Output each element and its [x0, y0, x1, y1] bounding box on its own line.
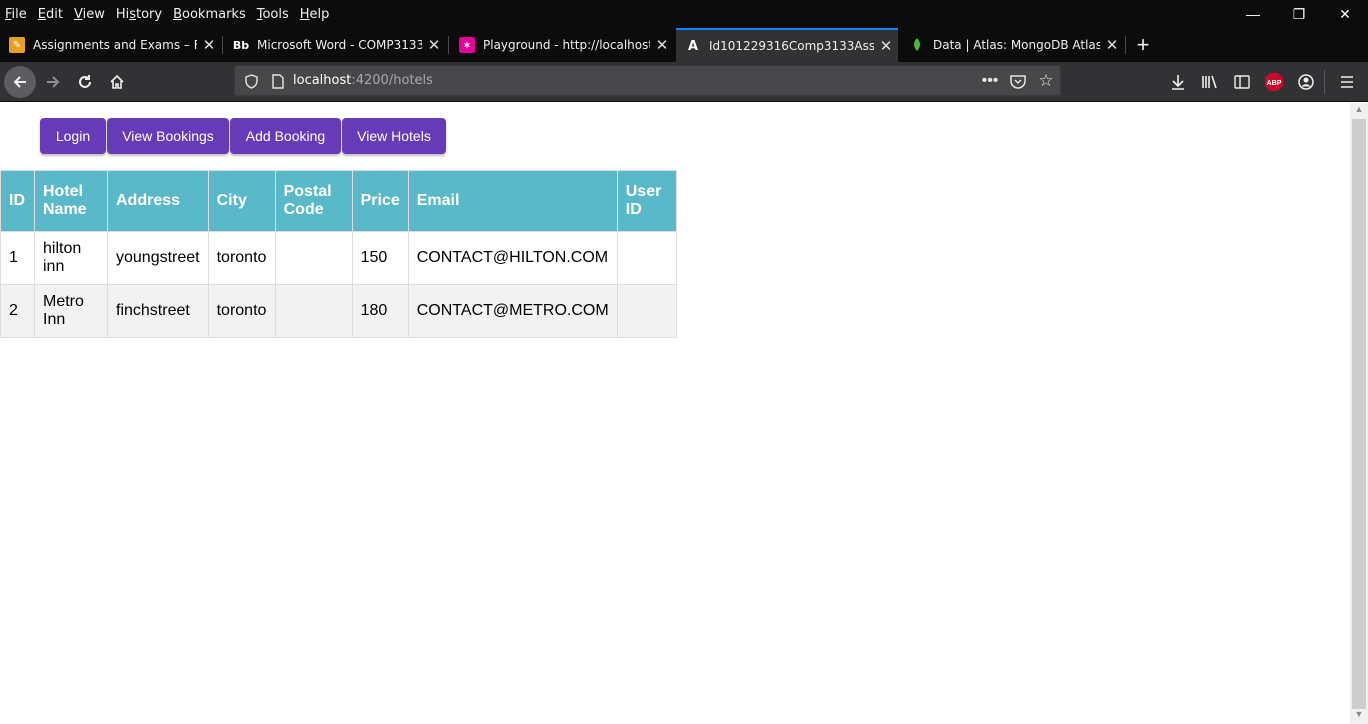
menu-item-edit[interactable]: Edit — [38, 7, 63, 22]
tab-title: Assignments and Exams – FULL — [33, 38, 197, 52]
view-hotels-button[interactable]: View Hotels — [342, 118, 446, 154]
more-icon[interactable]: ••• — [981, 72, 999, 90]
menu-list: File Edit View History Bookmarks Tools Help — [0, 7, 340, 22]
table-cell: toronto — [207, 231, 276, 285]
table-cell — [616, 284, 677, 338]
tab-title: Playground - http://localhost:4 — [483, 38, 650, 52]
nav-bar: localhost:4200/hotels ••• ☆ ABP — [0, 62, 1368, 102]
column-header: Address — [107, 170, 209, 232]
close-icon[interactable]: ✕ — [874, 37, 898, 55]
pocket-icon[interactable] — [1009, 72, 1027, 90]
restore-icon[interactable]: ❐ — [1276, 0, 1322, 28]
tab-title: Data | Atlas: MongoDB Atlas — [933, 38, 1100, 52]
column-header: City — [207, 170, 276, 232]
star-icon[interactable]: ☆ — [1037, 71, 1055, 90]
forward-icon[interactable] — [37, 66, 69, 98]
table-cell — [274, 284, 353, 338]
url-text[interactable]: localhost:4200/hotels — [293, 73, 433, 88]
blackboard-icon: Bb — [232, 38, 250, 52]
tab-word[interactable]: Bb Microsoft Word - COMP3133_A ✕ — [224, 28, 446, 62]
table-cell: finchstreet — [107, 284, 209, 338]
tab-title: Id101229316Comp3133Assig2 — [709, 39, 874, 53]
table-cell: 180 — [351, 284, 409, 338]
account-icon[interactable] — [1290, 66, 1322, 98]
tab-active-app[interactable]: A Id101229316Comp3133Assig2 ✕ — [676, 28, 898, 62]
menu-item-history[interactable]: History — [116, 7, 162, 22]
scroll-down-icon[interactable]: ▼ — [1350, 709, 1368, 723]
table-cell: CONTACT@HILTON.COM — [407, 231, 618, 285]
table-row: 1 hilton inn youngstreet toronto 150 CON… — [0, 231, 677, 285]
url-bar[interactable]: localhost:4200/hotels ••• ☆ — [234, 65, 1061, 96]
reload-icon[interactable] — [69, 66, 101, 98]
table-cell: CONTACT@METRO.COM — [407, 284, 618, 338]
table-cell: toronto — [207, 284, 276, 338]
nav-button-row: Login View Bookings Add Booking View Hot… — [40, 118, 447, 154]
hamburger-menu-icon[interactable] — [1331, 66, 1363, 98]
minimize-icon[interactable]: — — [1230, 0, 1276, 28]
download-icon[interactable] — [1162, 66, 1194, 98]
shield-icon[interactable] — [242, 72, 260, 90]
back-icon[interactable] — [4, 66, 36, 98]
angular-icon: A — [687, 38, 699, 54]
menu-item-view[interactable]: View — [74, 7, 105, 22]
sidebar-icon[interactable] — [1226, 66, 1258, 98]
table-cell: 1 — [0, 231, 35, 285]
graphql-icon: ✶ — [459, 37, 475, 53]
close-icon[interactable]: ✕ — [422, 36, 446, 54]
column-header: ID — [0, 170, 35, 232]
mongodb-leaf-icon — [909, 37, 925, 53]
page-icon[interactable] — [269, 72, 287, 90]
vertical-scrollbar[interactable]: ▲ ▼ — [1350, 103, 1368, 724]
view-bookings-button[interactable]: View Bookings — [107, 118, 229, 154]
scrollbar-thumb[interactable] — [1352, 119, 1366, 709]
close-icon[interactable]: ✕ — [197, 36, 221, 54]
tab-strip: ✎ Assignments and Exams – FULL ✕ Bb Micr… — [0, 28, 1368, 62]
menu-item-bookmarks[interactable]: Bookmarks — [173, 7, 246, 22]
menu-item-tools[interactable]: Tools — [257, 7, 289, 22]
home-icon[interactable] — [101, 66, 133, 98]
table-cell: hilton inn — [34, 231, 108, 285]
scroll-up-icon[interactable]: ▲ — [1350, 104, 1368, 118]
table-cell: 150 — [351, 231, 409, 285]
column-header: Postal Code — [274, 170, 353, 232]
tab-assignments[interactable]: ✎ Assignments and Exams – FULL ✕ — [0, 28, 221, 62]
column-header: Email — [407, 170, 618, 232]
login-button[interactable]: Login — [40, 118, 106, 154]
table-cell: Metro Inn — [34, 284, 108, 338]
library-icon[interactable] — [1194, 66, 1226, 98]
close-window-icon[interactable]: ✕ — [1322, 0, 1368, 28]
table-cell — [616, 231, 677, 285]
page-content: Login View Bookings Add Booking View Hot… — [0, 103, 1350, 724]
menu-bar: File Edit View History Bookmarks Tools Help — … — [0, 0, 1368, 28]
add-booking-button[interactable]: Add Booking — [230, 118, 341, 154]
close-icon[interactable]: ✕ — [650, 36, 674, 54]
column-header: Price — [351, 170, 409, 232]
table-cell: 2 — [0, 284, 35, 338]
table-cell: youngstreet — [107, 231, 209, 285]
new-tab-icon[interactable]: + — [1129, 28, 1157, 62]
table-cell — [274, 231, 353, 285]
menu-item-file[interactable]: File — [5, 7, 27, 22]
column-header: Hotel Name — [34, 170, 108, 232]
table-header-row: ID Hotel Name Address City Postal Code P… — [0, 170, 677, 232]
close-icon[interactable]: ✕ — [1100, 36, 1124, 54]
svg-text:ABP: ABP — [1267, 80, 1282, 87]
column-header: User ID — [616, 170, 677, 232]
tab-mongodb[interactable]: Data | Atlas: MongoDB Atlas ✕ — [900, 28, 1124, 62]
pencil-icon: ✎ — [9, 37, 25, 53]
table-row: 2 Metro Inn finchstreet toronto 180 CONT… — [0, 284, 677, 338]
tab-playground[interactable]: ✶ Playground - http://localhost:4 ✕ — [450, 28, 674, 62]
hotels-table: ID Hotel Name Address City Postal Code P… — [0, 170, 677, 338]
tab-title: Microsoft Word - COMP3133_A — [257, 38, 422, 52]
menu-item-help[interactable]: Help — [300, 7, 330, 22]
adblock-plus-icon[interactable]: ABP — [1258, 66, 1290, 98]
window-controls: — ❐ ✕ — [1230, 0, 1368, 28]
